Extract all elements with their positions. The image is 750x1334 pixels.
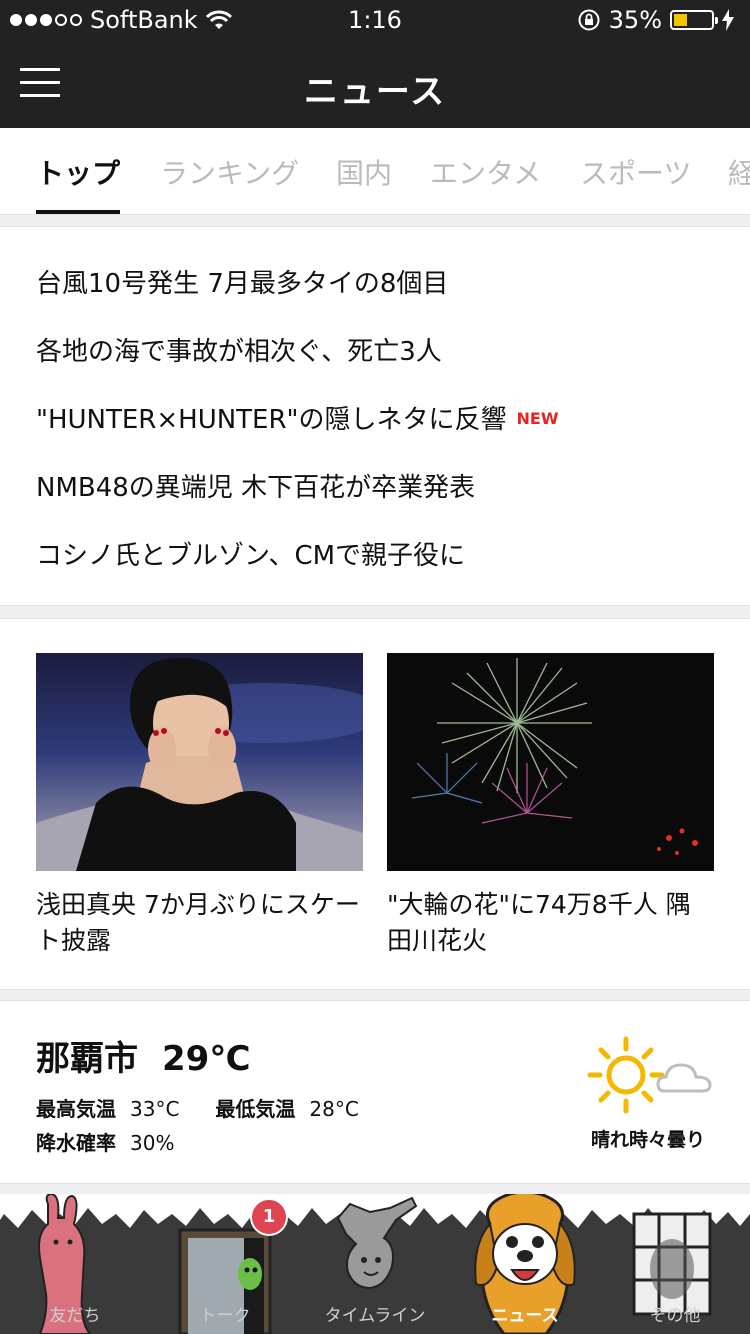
status-bar: SoftBank 1:16 35% [0,0,750,42]
nav-news[interactable]: ニュース [450,1194,600,1334]
photo-caption[interactable]: "大輪の花"に74万8千人 隅田川花火 [387,887,714,959]
precip-value: 30% [130,1131,175,1155]
active-tab-indicator [36,210,120,214]
precip-label: 降水確率 [36,1131,116,1155]
nav-friends[interactable]: 友だち [0,1194,150,1334]
new-badge: NEW [516,409,559,428]
tab-domestic[interactable]: 国内 [336,152,392,192]
nav-more[interactable]: その他 [600,1194,750,1334]
tab-sports[interactable]: スポーツ [580,152,691,192]
skater-photo[interactable] [36,653,363,871]
low-temp-label: 最低気温 [215,1097,296,1121]
tab-top[interactable]: トップ [36,152,120,192]
nav-label-news: ニュース [491,1306,559,1326]
photo-caption[interactable]: 浅田真央 7か月ぶりにスケート披露 [36,887,363,959]
headline-list: 台風10号発生 7月最多タイの8個目 各地の海で事故が相次ぐ、死亡3人 "HUN… [0,226,750,606]
nav-timeline[interactable]: タイムライン [300,1194,450,1334]
headline-item[interactable]: コシノ氏とブルゾン、CMで親子役に [36,535,465,572]
headline-text: 各地の海で事故が相次ぐ、死亡3人 [36,337,442,367]
fireworks-photo[interactable] [387,653,714,871]
unread-badge: 1 [250,1198,288,1236]
temperature-row: 最高気温 33°C 最低気温 28°C [36,1093,359,1122]
headline-item[interactable]: 台風10号発生 7月最多タイの8個目 [36,263,448,300]
tab-ranking[interactable]: ランキング [160,152,299,192]
battery-icon [670,10,718,30]
weather-card[interactable]: 那覇市 29℃ 最高気温 33°C 最低気温 28°C 降水確率 30% 晴れ時々曇り [0,1000,750,1184]
category-tabs: トップ ランキング 国内 エンタメ スポーツ 経 [0,128,750,215]
weather-condition: 晴れ時々曇り [590,1129,705,1151]
signal-strength-icon [10,14,82,26]
tab-entertainment[interactable]: エンタメ [430,152,541,192]
city-name: 那覇市 [36,1039,138,1079]
tab-economy[interactable]: 経 [728,152,750,192]
headline-item[interactable]: "HUNTER×HUNTER"の隠しネタに反響 NEW [36,399,558,436]
nav-label-talk: トーク [199,1306,251,1326]
bottom-tab-bar: 友だち トーク 1 タイムライン ニュース その他 [0,1194,750,1334]
high-temp-label: 最高気温 [36,1097,116,1121]
headline-text: NMB48の異端児 木下百花が卒業発表 [36,473,476,503]
headline-text: "HUNTER×HUNTER"の隠しネタに反響 [36,405,507,435]
nav-label-timeline: タイムライン [324,1306,426,1326]
headline-text: 台風10号発生 7月最多タイの8個目 [36,269,449,299]
high-temp-value: 33°C [130,1097,180,1121]
headline-item[interactable]: NMB48の異端児 木下百花が卒業発表 [36,467,475,504]
sun-cloud-icon [587,1036,712,1114]
app-header: ニュース [0,42,750,128]
nav-label-more: その他 [649,1306,701,1326]
current-temperature: 29℃ [162,1039,251,1079]
battery-percent: 35% [608,6,662,34]
headline-item[interactable]: 各地の海で事故が相次ぐ、死亡3人 [36,331,442,368]
low-temp-value: 28°C [309,1097,359,1121]
photo-news: 浅田真央 7か月ぶりにスケート披露 "大輪の花"に74万8千人 隅田川花火 [0,618,750,990]
weather-location: 那覇市 29℃ [36,1031,251,1080]
precipitation-row: 降水確率 30% [36,1127,174,1156]
charging-bolt-icon [722,9,734,31]
carrier-name: SoftBank [90,6,198,34]
wifi-icon [205,10,232,29]
headline-text: コシノ氏とブルゾン、CMで親子役に [36,541,466,571]
rotation-lock-icon [578,9,600,31]
nav-label-friends: 友だち [49,1306,101,1326]
page-title: ニュース [303,72,447,112]
